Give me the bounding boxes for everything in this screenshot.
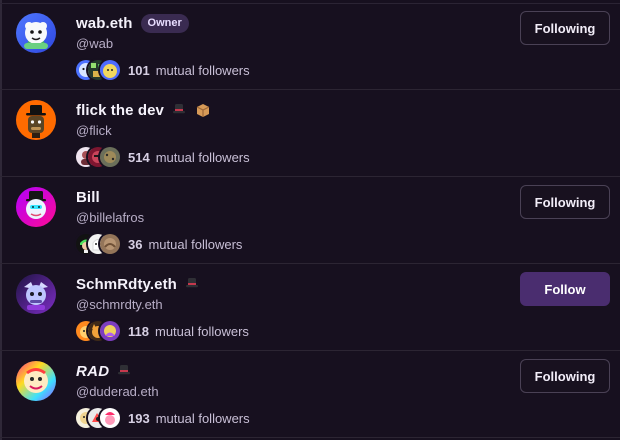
gray-pattern-avatar-icon: [100, 147, 120, 167]
package-icon: [194, 101, 212, 119]
mutual-label: mutual followers: [155, 410, 250, 426]
username-handle[interactable]: @schmrdty.eth: [76, 297, 163, 312]
username-handle[interactable]: @wab: [76, 36, 113, 51]
display-name[interactable]: flick the dev: [76, 102, 164, 119]
following-button[interactable]: Following: [520, 185, 610, 219]
owner-badge: Owner: [140, 13, 189, 33]
yellow-cartoon-avatar-icon: [100, 60, 120, 80]
mutual-count: 118: [128, 323, 149, 339]
username-handle[interactable]: @flick: [76, 123, 112, 138]
profile-row[interactable]: Bill @billelafros 36 mutual followers Fo…: [0, 177, 620, 264]
mutual-label: mutual followers: [155, 62, 250, 78]
follow-button[interactable]: Follow: [520, 272, 610, 306]
mutual-followers[interactable]: 118 mutual followers: [76, 321, 249, 341]
mutual-followers[interactable]: 36 mutual followers: [76, 234, 242, 254]
white-bear-avatar-icon[interactable]: [16, 13, 56, 53]
username-handle[interactable]: @billelafros: [76, 210, 144, 225]
mutual-count: 514: [128, 149, 150, 165]
top-hat-snowman-avatar-icon[interactable]: [16, 187, 56, 227]
purple-creature-avatar-icon[interactable]: [16, 274, 56, 314]
mutual-followers[interactable]: 101 mutual followers: [76, 60, 250, 80]
display-name[interactable]: wab.eth: [76, 15, 133, 32]
profile-row[interactable]: RAD @duderad.eth 193 mutual followers Fo…: [0, 351, 620, 438]
profile-name-line: wab.eth Owner: [76, 13, 189, 33]
mutual-avatar-stack: [76, 234, 122, 254]
following-button[interactable]: Following: [520, 359, 610, 393]
mutual-followers[interactable]: 193 mutual followers: [76, 408, 250, 428]
mutual-label: mutual followers: [155, 149, 250, 165]
mutual-count: 101: [128, 62, 150, 78]
profile-row[interactable]: wab.eth Owner @wab 101 mutual followers …: [0, 3, 620, 90]
mutual-label: mutual followers: [154, 323, 249, 339]
profile-row[interactable]: flick the dev @flick 514 mutual follower…: [0, 90, 620, 177]
top-hat-bear-avatar-icon[interactable]: [16, 100, 56, 140]
top-hat-icon: [183, 275, 201, 293]
mutual-avatar-stack: [76, 408, 122, 428]
purple-art-avatar-icon: [100, 321, 120, 341]
profile-row[interactable]: SchmRdty.eth @schmrdty.eth 118 mutual fo…: [0, 264, 620, 351]
mutual-followers[interactable]: 514 mutual followers: [76, 147, 250, 167]
pink-hat-avatar-icon: [100, 408, 120, 428]
brown-brush-avatar-icon: [100, 234, 120, 254]
mutual-avatar-stack: [76, 60, 122, 80]
profile-name-line: RAD: [76, 361, 133, 381]
rainbow-face-avatar-icon[interactable]: [16, 361, 56, 401]
top-hat-icon: [170, 101, 188, 119]
follower-list-page: wab.eth Owner @wab 101 mutual followers …: [0, 0, 620, 440]
mutual-count: 193: [128, 410, 150, 426]
mutual-label: mutual followers: [148, 236, 243, 252]
profile-name-line: flick the dev: [76, 100, 212, 120]
profile-list: wab.eth Owner @wab 101 mutual followers …: [0, 3, 620, 440]
mutual-avatar-stack: [76, 147, 122, 167]
display-name[interactable]: SchmRdty.eth: [76, 276, 177, 293]
display-name[interactable]: RAD: [76, 363, 109, 380]
following-button[interactable]: Following: [520, 11, 610, 45]
profile-name-line: Bill: [76, 187, 100, 207]
mutual-count: 36: [128, 236, 143, 252]
top-hat-icon: [115, 362, 133, 380]
profile-name-line: SchmRdty.eth: [76, 274, 201, 294]
mutual-avatar-stack: [76, 321, 122, 341]
username-handle[interactable]: @duderad.eth: [76, 384, 159, 399]
display-name[interactable]: Bill: [76, 189, 100, 206]
